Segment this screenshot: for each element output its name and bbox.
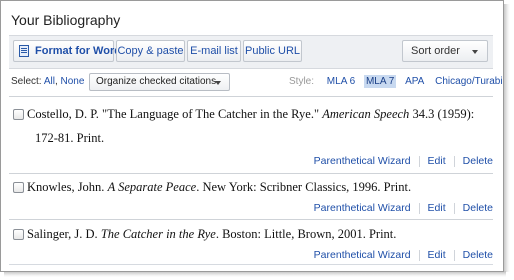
style-selector: Style: MLA 6 MLA 7 APA Chicago/Turabian	[289, 75, 503, 88]
bibliography-panel: Your Bibliography Format for Word Copy &…	[0, 0, 504, 272]
delete-link[interactable]: Delete	[463, 249, 493, 261]
citation-text: Costello, D. P. "The Language of The Cat…	[27, 102, 474, 150]
parenthetical-wizard-link[interactable]: Parenthetical Wizard	[314, 249, 411, 261]
format-for-word-label: Format for Word	[35, 45, 121, 57]
action-divider	[453, 202, 455, 214]
citation-checkbox[interactable]	[13, 182, 24, 193]
select-controls: Select: All, None	[11, 76, 84, 87]
select-all-link[interactable]: All	[44, 76, 55, 87]
select-label: Select:	[11, 76, 42, 87]
citation-text-part: 34.3 (1959):	[409, 107, 475, 121]
email-list-button[interactable]: E-mail list	[187, 40, 241, 62]
public-url-button[interactable]: Public URL	[243, 40, 302, 62]
delete-link[interactable]: Delete	[463, 202, 493, 214]
citation-text-part: . Boston: Little, Brown, 2001. Print.	[215, 227, 397, 241]
action-divider	[418, 202, 420, 214]
citation-actions: Parenthetical Wizard Edit Delete	[314, 155, 493, 167]
toolbar: Format for Word Copy & paste E-mail list…	[9, 35, 493, 69]
citation-title-italic: A Separate Peace	[107, 180, 197, 194]
public-url-label: Public URL	[244, 45, 301, 57]
citation-text-part: . New York: Scribner Classics, 1996. Pri…	[196, 180, 412, 194]
word-document-icon	[19, 45, 29, 57]
style-option-mla6[interactable]: MLA 6	[325, 75, 357, 88]
citation-actions: Parenthetical Wizard Edit Delete	[314, 249, 493, 261]
organize-citations-dropdown[interactable]: Organize checked citations	[89, 73, 230, 91]
citation-text-continuation: 172-81. Print.	[35, 131, 105, 145]
chevron-down-icon	[215, 81, 221, 85]
delete-link[interactable]: Delete	[463, 155, 493, 167]
style-option-chicago[interactable]: Chicago/Turabian	[433, 75, 503, 88]
citation-text-part: Salinger, J. D.	[27, 227, 101, 241]
citation-title-italic: American Speech	[322, 107, 410, 121]
edit-link[interactable]: Edit	[428, 249, 446, 261]
citation-row: Knowles, John. A Separate Peace. New Yor…	[9, 173, 493, 218]
organize-label: Organize checked citations	[96, 76, 217, 87]
citation-text-part: Costello, D. P. "The Language of The Cat…	[27, 107, 323, 121]
citation-text: Salinger, J. D. The Catcher in the Rye. …	[27, 222, 396, 246]
edit-link[interactable]: Edit	[428, 155, 446, 167]
edit-link[interactable]: Edit	[428, 202, 446, 214]
selection-row: Select: All, None Organize checked citat…	[11, 73, 503, 93]
list-bottom-divider	[9, 264, 493, 265]
parenthetical-wizard-link[interactable]: Parenthetical Wizard	[314, 155, 411, 167]
select-none-link[interactable]: None	[61, 76, 85, 87]
chevron-down-icon	[472, 50, 478, 54]
format-for-word-button[interactable]: Format for Word	[13, 40, 121, 62]
action-divider	[453, 155, 455, 167]
style-option-mla7[interactable]: MLA 7	[363, 75, 397, 88]
citation-checkbox[interactable]	[13, 109, 24, 120]
citation-text-part: Knowles, John.	[27, 180, 108, 194]
citation-text: Knowles, John. A Separate Peace. New Yor…	[27, 175, 411, 199]
copy-paste-button[interactable]: Copy & paste	[116, 40, 185, 62]
citation-row: Costello, D. P. "The Language of The Cat…	[9, 96, 493, 172]
sort-order-dropdown[interactable]: Sort order	[402, 40, 488, 62]
select-separator: ,	[54, 76, 58, 87]
panel-title: Your Bibliography	[11, 12, 121, 28]
email-list-label: E-mail list	[190, 45, 238, 57]
citation-title-italic: The Catcher in the Rye	[100, 227, 216, 241]
style-option-apa[interactable]: APA	[403, 75, 426, 88]
action-divider	[418, 155, 420, 167]
action-divider	[418, 249, 420, 261]
citation-checkbox[interactable]	[13, 229, 24, 240]
citation-row: Salinger, J. D. The Catcher in the Rye. …	[9, 219, 493, 264]
style-label: Style:	[289, 76, 315, 87]
sort-order-label: Sort order	[411, 45, 460, 57]
copy-paste-label: Copy & paste	[117, 45, 184, 57]
citation-actions: Parenthetical Wizard Edit Delete	[314, 202, 493, 214]
action-divider	[453, 249, 455, 261]
panel-shadow-right	[503, 4, 510, 272]
parenthetical-wizard-link[interactable]: Parenthetical Wizard	[314, 202, 411, 214]
